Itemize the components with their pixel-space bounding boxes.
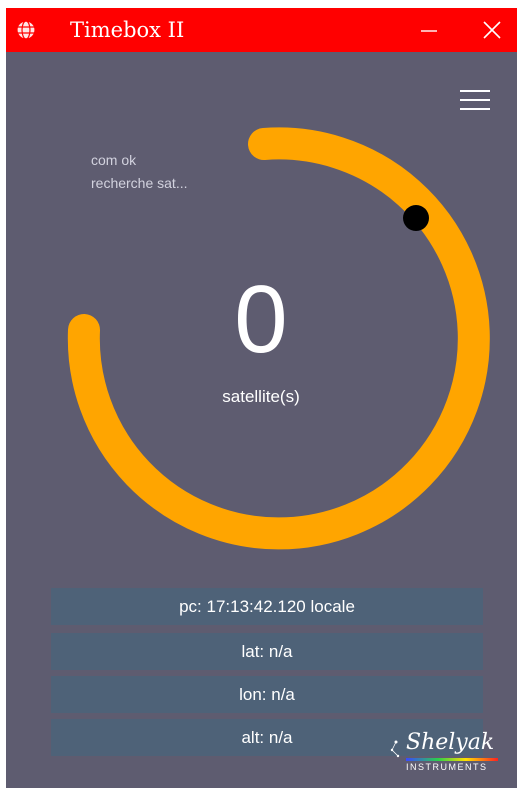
minimize-button[interactable]: [404, 8, 454, 52]
globe-icon: [16, 20, 36, 40]
close-button[interactable]: [467, 8, 517, 52]
hamburger-menu-icon: [460, 90, 490, 110]
gauge-indicator: [403, 205, 429, 231]
longitude-row: lon: n/a: [51, 676, 483, 713]
shelyak-logo: Shelyak INSTRUMENTS: [386, 730, 498, 778]
logo-stars-icon: [390, 740, 400, 758]
title-bar[interactable]: Timebox II: [6, 8, 517, 52]
menu-button[interactable]: [458, 88, 492, 114]
window-title: Timebox II: [70, 18, 185, 42]
app-window: Timebox II com ok recherche sat... 0 sat…: [6, 8, 517, 788]
minimize-icon: [421, 30, 437, 32]
close-icon: [483, 21, 501, 39]
status-com: com ok: [91, 152, 137, 168]
satellite-count: 0: [234, 266, 288, 373]
status-search: recherche sat...: [91, 175, 188, 191]
satellite-label: satellite(s): [222, 387, 300, 406]
latitude-row: lat: n/a: [51, 633, 483, 670]
pc-time-row: pc: 17:13:42.120 locale: [51, 588, 483, 625]
logo-subtitle: INSTRUMENTS: [406, 762, 488, 772]
logo-name: Shelyak: [406, 730, 495, 755]
